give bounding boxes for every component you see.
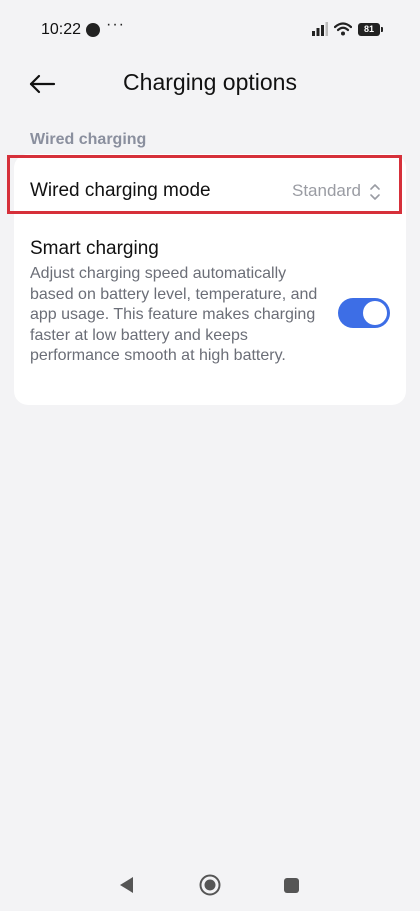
- wired-charging-mode-value: Standard: [292, 181, 361, 200]
- nav-bar: [0, 860, 420, 910]
- app-header: Charging options: [0, 60, 420, 108]
- status-more: ···: [106, 16, 125, 33]
- battery-icon: 81: [358, 22, 383, 36]
- smart-charging-title: Smart charging: [30, 238, 159, 259]
- toggle-knob: [363, 301, 387, 325]
- signal-icon: [312, 22, 328, 36]
- status-icons: 81: [312, 20, 383, 38]
- section-title: Wired charging: [30, 131, 147, 148]
- wifi-icon: [334, 22, 352, 36]
- smart-charging-description: Adjust charging speed automatically base…: [30, 265, 318, 364]
- wired-charging-mode-label: Wired charging mode: [30, 180, 211, 201]
- dot-icon: [86, 23, 100, 37]
- status-bar: 10:22 ··· 81: [0, 0, 420, 60]
- page-title: Charging options: [123, 69, 297, 95]
- status-time: 10:22: [41, 21, 82, 38]
- nav-recents-icon[interactable]: [284, 878, 299, 893]
- nav-home-icon[interactable]: [199, 874, 221, 896]
- wired-charging-mode-row[interactable]: Wired charging mode Standard: [7, 155, 402, 214]
- smart-charging-toggle[interactable]: [338, 298, 390, 328]
- nav-back-icon[interactable]: [118, 876, 136, 894]
- chevron-updown-icon: [370, 184, 380, 200]
